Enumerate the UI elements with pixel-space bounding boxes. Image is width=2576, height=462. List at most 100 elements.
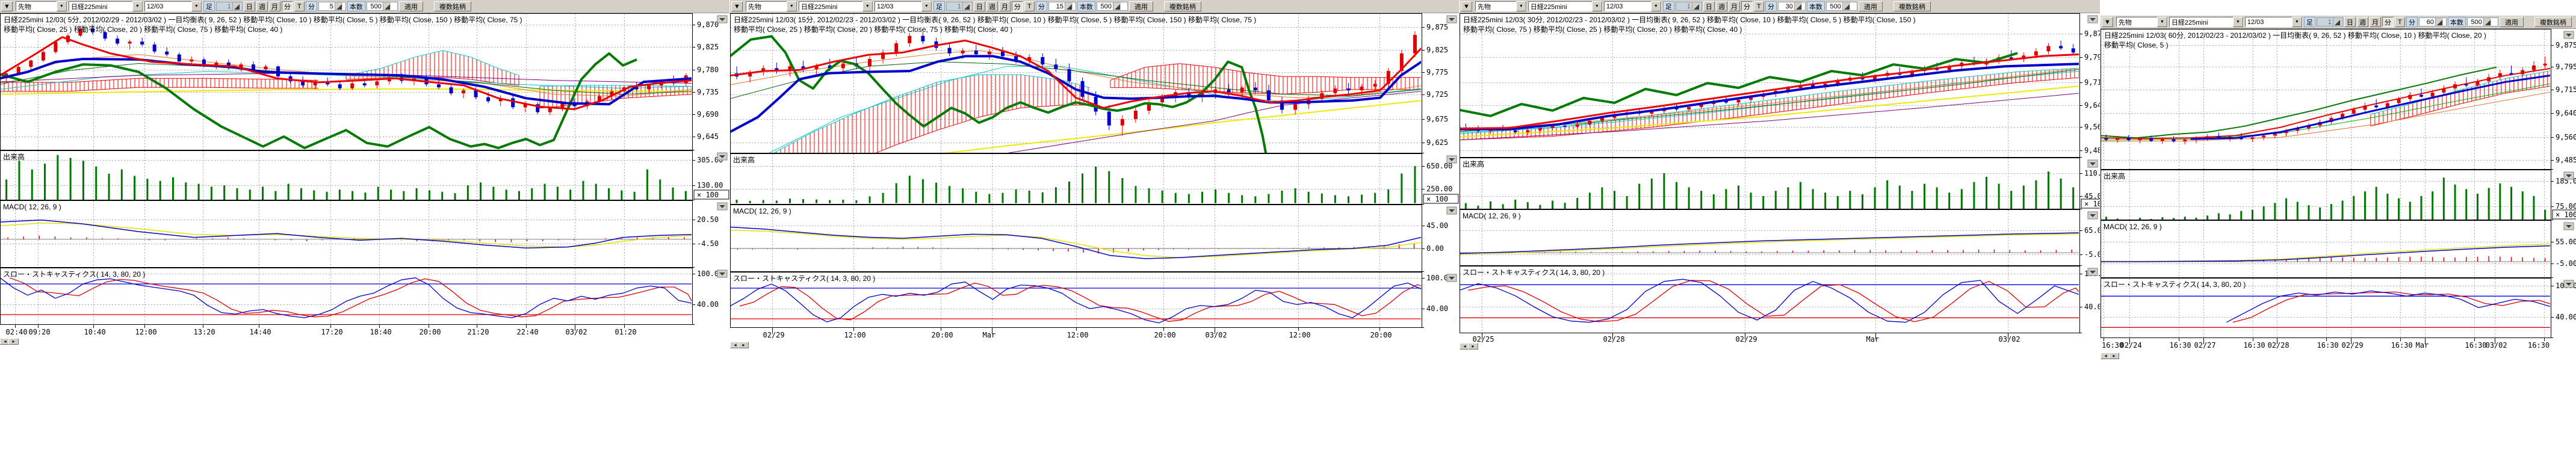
main-plot[interactable]	[730, 31, 1422, 211]
ma-green	[2101, 84, 2551, 140]
stoch-plot[interactable]	[0, 278, 692, 318]
stoch-section-label: スロー・ストキャスティクス( 14, 3, 80, 20 )	[3, 270, 145, 279]
volume-multiplier-box: × 100	[2081, 199, 2100, 208]
price-tick-label: 9,560	[2084, 123, 2100, 131]
section-collapse-button[interactable]	[717, 16, 727, 23]
stoch-plot[interactable]	[2101, 291, 2551, 328]
price-tick-label: 9,825	[697, 43, 719, 51]
time-axis-label: 17:20	[321, 328, 343, 336]
main-plot[interactable]	[0, 25, 692, 148]
stoch-d-line	[1468, 280, 2079, 322]
price-tick-label: 9,795	[2556, 63, 2576, 71]
tenkan-line	[2101, 69, 2551, 139]
section-collapse-button[interactable]	[2088, 160, 2098, 167]
horizontal-scrollbar[interactable]: ◂▸	[0, 338, 692, 345]
ma-purple	[730, 91, 1422, 197]
stoch-section-label: スロー・ストキャスティクス( 14, 3, 80, 20 )	[733, 274, 875, 283]
price-tick-label: 9,675	[1426, 115, 1448, 123]
time-axis-label: 16:30	[2170, 341, 2191, 350]
time-axis-label: 02/29	[2342, 341, 2364, 350]
chart-title-line2: 移動平均( Close, 75 ) 移動平均( Close, 25 ) 移動平均…	[1463, 25, 1742, 34]
macd-line	[730, 227, 1422, 259]
price-tick-label: 9,775	[1426, 68, 1448, 76]
macd-section-label: MACD( 12, 26, 9 )	[733, 207, 791, 215]
time-axis-label: Mar	[1866, 335, 1880, 343]
section-collapse-button[interactable]	[2564, 223, 2574, 230]
time-axis-label: 20:00	[1370, 331, 1392, 339]
price-tick-label: 9,640	[2084, 101, 2100, 109]
macd-section-label: MACD( 12, 26, 9 )	[2104, 223, 2162, 231]
macd-section-label: MACD( 12, 26, 9 )	[1463, 212, 1521, 220]
time-axis-label: 02/24	[2120, 341, 2142, 350]
time-axis-label: 02/29	[763, 331, 785, 339]
macd-plot[interactable]	[2101, 244, 2551, 262]
stoch-plot[interactable]	[730, 282, 1422, 323]
section-collapse-button[interactable]	[717, 203, 727, 210]
macd-plot[interactable]	[730, 227, 1422, 259]
scroll-right-button[interactable]: ▸	[8, 338, 19, 345]
chart-canvas-1: 9,8709,8259,7809,7359,6909,645305.00130.…	[0, 0, 729, 346]
time-axis-label: 03/02	[566, 328, 587, 336]
time-axis-label: 18:40	[370, 328, 392, 336]
volume-plot[interactable]	[1465, 171, 2074, 209]
horizontal-scrollbar[interactable]: ◂▸	[2101, 353, 2551, 360]
chart-layers: 9,8759,8259,7759,7259,6759,625650.00250.…	[730, 13, 1458, 339]
volume-multiplier-label: × 1000	[2556, 211, 2576, 219]
main-plot[interactable]	[1460, 40, 2079, 140]
macd-tick-label: -5.00	[2084, 250, 2100, 259]
horizontal-scrollbar[interactable]: ◂▸	[1460, 343, 2079, 350]
time-axis-label: 20:00	[1154, 331, 1176, 339]
macd-plot[interactable]	[1460, 233, 2079, 254]
volume-plot[interactable]	[736, 166, 1416, 203]
macd-tick-label: -5.00	[2556, 259, 2576, 268]
time-axis-label: 16:30	[2244, 341, 2265, 350]
chart-title-line2: 移動平均( Close, 25 ) 移動平均( Close, 20 ) 移動平均…	[734, 25, 1012, 34]
section-collapse-button[interactable]	[2088, 212, 2098, 219]
section-collapse-button[interactable]	[2088, 268, 2098, 276]
time-axis-label: 14:40	[250, 328, 271, 336]
section-collapse-button[interactable]	[1447, 156, 1457, 163]
price-tick-label: 9,875	[1426, 23, 1448, 31]
section-collapse-button[interactable]	[2088, 16, 2098, 23]
price-tick-label: 9,780	[697, 66, 719, 74]
section-collapse-button[interactable]	[1447, 274, 1457, 282]
scroll-right-button[interactable]: ▸	[738, 342, 749, 348]
chart-canvas-2: 9,8759,8259,7759,7259,6759,625650.00250.…	[730, 0, 1459, 350]
kijun-line	[2191, 75, 2551, 139]
cloud-upper-edge	[346, 51, 519, 75]
section-collapse-button[interactable]	[2564, 172, 2574, 179]
volume-plot[interactable]	[2105, 177, 2546, 220]
volume-tick-label: 130.00	[697, 181, 723, 189]
price-tick-label: 9,645	[697, 132, 719, 141]
volume-plot[interactable]	[5, 155, 687, 200]
horizontal-scrollbar[interactable]: ◂▸	[730, 342, 1422, 349]
section-collapse-button[interactable]	[1447, 16, 1457, 23]
stoch-plot[interactable]	[1460, 279, 2079, 322]
price-tick-label: 9,485	[2556, 156, 2576, 164]
macd-tick-label: 20.50	[697, 215, 719, 224]
time-axis-label: 03/02	[1206, 331, 1227, 339]
kijun-line	[1460, 64, 2079, 129]
price-tick-label: 9,640	[2556, 109, 2576, 117]
scroll-right-button[interactable]: ▸	[1468, 343, 1478, 350]
stoch-section-label: スロー・ストキャスティクス( 14, 3, 80, 20 )	[1463, 268, 1605, 277]
chart-panel-1: ▼先物▼日経225mini▼12/03▼足1日週月分T分5本数500適用複数銘柄…	[0, 0, 729, 346]
price-tick-label: 9,625	[1426, 138, 1448, 147]
section-collapse-button[interactable]	[1447, 207, 1457, 214]
section-collapse-button[interactable]	[2564, 31, 2574, 38]
stoch-tick-label: 40.00	[2084, 303, 2100, 311]
time-axis-label: 09:20	[29, 328, 51, 336]
time-axis-label: 20:00	[420, 328, 441, 336]
scroll-right-button[interactable]: ▸	[2109, 353, 2119, 359]
chart-layers: 9,8759,7959,7159,6409,5609,485185.0075.0…	[2101, 29, 2576, 350]
cloud-upper-edge	[2371, 71, 2551, 115]
price-tick-label: 9,560	[2556, 133, 2576, 141]
main-plot[interactable]	[2101, 57, 2551, 144]
candlesticks	[735, 31, 1417, 136]
section-collapse-button[interactable]	[717, 153, 727, 160]
macd-tick-label: 55.00	[2556, 238, 2576, 246]
time-axis-label: 20:00	[932, 331, 953, 339]
section-collapse-button[interactable]	[717, 270, 727, 277]
section-collapse-button[interactable]	[2564, 280, 2574, 288]
time-axis-label: 12:00	[844, 331, 866, 339]
